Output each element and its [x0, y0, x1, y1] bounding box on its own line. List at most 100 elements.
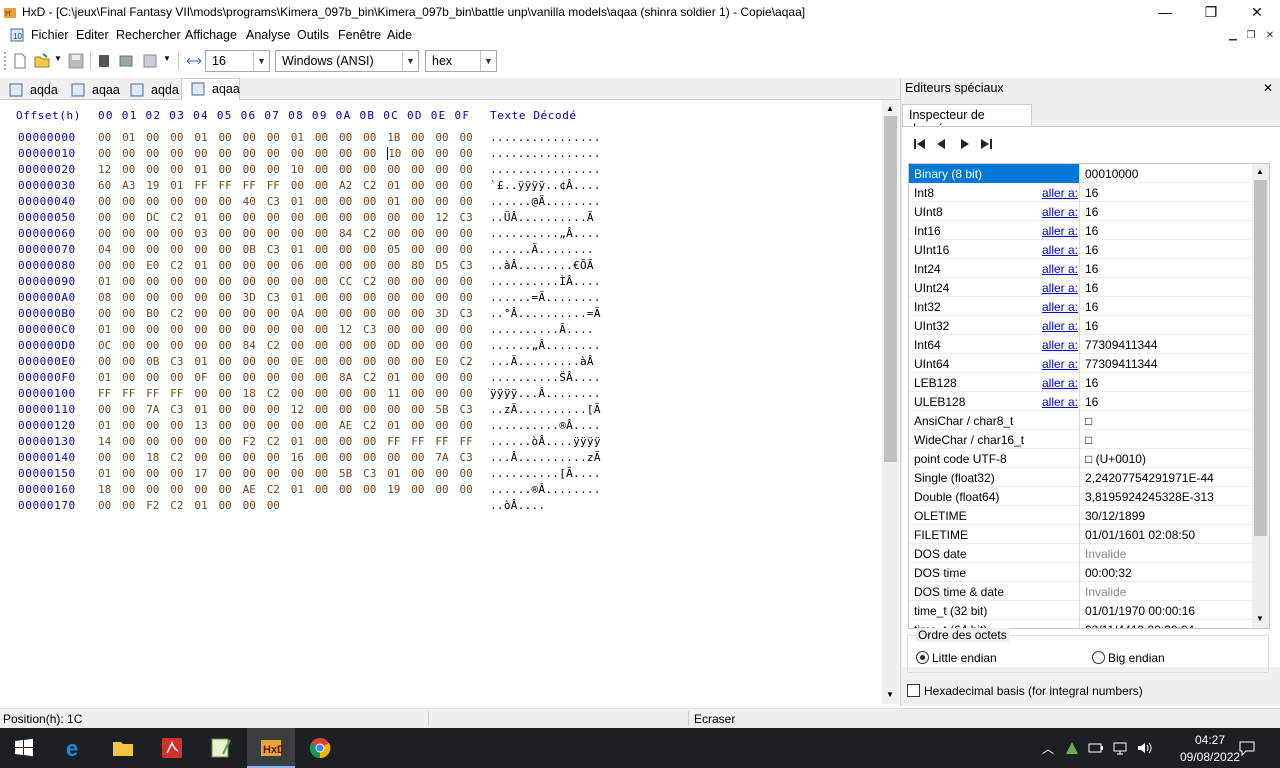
hex-byte[interactable]: CC: [339, 275, 352, 288]
edge-browser-icon[interactable]: e: [64, 736, 88, 760]
hex-byte[interactable]: 00: [170, 339, 183, 352]
hex-byte[interactable]: 00: [267, 403, 280, 416]
menu-fichier[interactable]: Fichier: [31, 28, 69, 42]
hex-byte[interactable]: 0A: [291, 307, 304, 320]
hex-byte[interactable]: 00: [411, 323, 424, 336]
hex-byte[interactable]: 00: [219, 211, 232, 224]
hex-byte[interactable]: 00: [315, 355, 328, 368]
tab-aqaa-active[interactable]: aqaa: [181, 78, 240, 100]
inspector-value[interactable]: 16: [1085, 395, 1098, 409]
hex-byte[interactable]: 00: [146, 419, 159, 432]
hex-byte[interactable]: 00: [219, 467, 232, 480]
hex-byte[interactable]: 00: [315, 291, 328, 304]
hex-byte[interactable]: FF: [267, 179, 280, 192]
hex-byte[interactable]: 00: [435, 179, 448, 192]
hex-byte[interactable]: 00: [411, 387, 424, 400]
hex-byte[interactable]: 00: [219, 275, 232, 288]
goto-link[interactable]: aller a:: [1042, 243, 1078, 257]
hex-byte[interactable]: 00: [267, 163, 280, 176]
hex-byte[interactable]: 00: [243, 499, 256, 512]
hex-byte[interactable]: 00: [122, 211, 135, 224]
hex-byte[interactable]: 00: [122, 371, 135, 384]
hex-byte[interactable]: A2: [339, 179, 352, 192]
hex-byte[interactable]: 00: [460, 419, 473, 432]
hex-byte[interactable]: F2: [243, 435, 256, 448]
hex-byte[interactable]: 80: [411, 259, 424, 272]
hex-byte[interactable]: FF: [146, 387, 159, 400]
hex-byte[interactable]: C3: [170, 403, 183, 416]
hex-byte[interactable]: C2: [170, 259, 183, 272]
hex-byte[interactable]: 00: [363, 259, 376, 272]
inspector-scrollbar[interactable]: ▲ ▼: [1252, 164, 1269, 628]
hex-byte[interactable]: 05: [387, 243, 400, 256]
notepad-plus-icon[interactable]: [209, 736, 233, 760]
menu-outils[interactable]: Outils: [297, 28, 329, 42]
hex-byte[interactable]: C2: [170, 211, 183, 224]
decoded-text[interactable]: ..òÂ....: [490, 499, 545, 512]
hex-byte[interactable]: 00: [339, 163, 352, 176]
hex-byte[interactable]: 00: [411, 403, 424, 416]
hex-byte[interactable]: 16: [291, 451, 304, 464]
hex-byte[interactable]: 00: [387, 227, 400, 240]
close-window-button[interactable]: ✕: [1234, 0, 1280, 24]
scrollbar-thumb[interactable]: [1254, 180, 1267, 536]
inspector-value[interactable]: 16: [1085, 224, 1098, 238]
hex-byte-cursor[interactable]: 10: [387, 147, 401, 160]
scroll-up-icon[interactable]: ▲: [1256, 167, 1264, 176]
hex-byte[interactable]: 0B: [243, 243, 256, 256]
hex-byte[interactable]: 00: [122, 195, 135, 208]
hex-byte[interactable]: E0: [146, 259, 159, 272]
big-endian-radio[interactable]: [1092, 651, 1105, 664]
inspector-row[interactable]: Int32 aller a: 16: [909, 297, 1252, 316]
hex-byte[interactable]: 00: [411, 467, 424, 480]
inspector-row[interactable]: ULEB128 aller a: 16: [909, 392, 1252, 411]
hex-byte[interactable]: 13: [194, 419, 207, 432]
scroll-down-icon[interactable]: ▼: [886, 690, 894, 699]
hex-byte[interactable]: 00: [291, 323, 304, 336]
hex-byte[interactable]: 7A: [146, 403, 159, 416]
hex-byte[interactable]: C3: [460, 451, 473, 464]
hex-byte[interactable]: 01: [291, 291, 304, 304]
hex-byte[interactable]: 00: [170, 163, 183, 176]
hxd-taskbar-button[interactable]: HxD: [247, 728, 295, 768]
inspector-value[interactable]: 30/12/1899: [1085, 509, 1145, 523]
hex-byte[interactable]: 00: [363, 483, 376, 496]
hex-byte[interactable]: 12: [98, 163, 111, 176]
goto-link[interactable]: aller a:: [1042, 300, 1078, 314]
decoded-text[interactable]: ......@Ã........: [490, 195, 601, 208]
inspector-value[interactable]: 16: [1085, 281, 1098, 295]
hex-byte[interactable]: 00: [146, 275, 159, 288]
inspector-row[interactable]: DOS date Invalide: [909, 544, 1252, 563]
hex-byte[interactable]: FF: [243, 179, 256, 192]
hex-byte[interactable]: FF: [122, 387, 135, 400]
hex-byte[interactable]: 00: [411, 227, 424, 240]
hex-byte[interactable]: C3: [267, 243, 280, 256]
hex-byte[interactable]: 00: [267, 467, 280, 480]
inspector-value[interactable]: 01/01/1970 00:00:16: [1085, 604, 1195, 618]
hex-byte[interactable]: 00: [194, 147, 207, 160]
hex-byte[interactable]: C2: [267, 339, 280, 352]
hex-byte[interactable]: 00: [460, 275, 473, 288]
hex-byte[interactable]: 00: [435, 195, 448, 208]
tab-aqda-1[interactable]: aqda: [0, 80, 62, 100]
hex-byte[interactable]: 00: [219, 243, 232, 256]
disk-icon[interactable]: [118, 53, 134, 69]
hex-byte[interactable]: 5B: [339, 467, 352, 480]
hex-byte[interactable]: 00: [243, 451, 256, 464]
decoded-text[interactable]: ................: [490, 163, 601, 176]
file-explorer-icon[interactable]: [111, 736, 135, 760]
inspector-row[interactable]: Int64 aller a: 77309411344: [909, 335, 1252, 354]
hex-byte[interactable]: 00: [267, 371, 280, 384]
inspector-row[interactable]: point code UTF-8 □ (U+0010): [909, 449, 1252, 468]
inspector-value[interactable]: 77309411344: [1085, 338, 1158, 352]
inspector-value[interactable]: 16: [1085, 262, 1098, 276]
hex-byte[interactable]: FF: [411, 435, 424, 448]
hex-byte[interactable]: 00: [460, 227, 473, 240]
hex-byte[interactable]: 01: [387, 179, 400, 192]
hex-byte[interactable]: 01: [194, 499, 207, 512]
inspector-value[interactable]: 16: [1085, 300, 1098, 314]
hex-byte[interactable]: 00: [243, 147, 256, 160]
hex-byte[interactable]: 03: [194, 227, 207, 240]
goto-link[interactable]: aller a:: [1042, 338, 1078, 352]
charset-select[interactable]: Windows (ANSI) ▼: [275, 50, 419, 72]
